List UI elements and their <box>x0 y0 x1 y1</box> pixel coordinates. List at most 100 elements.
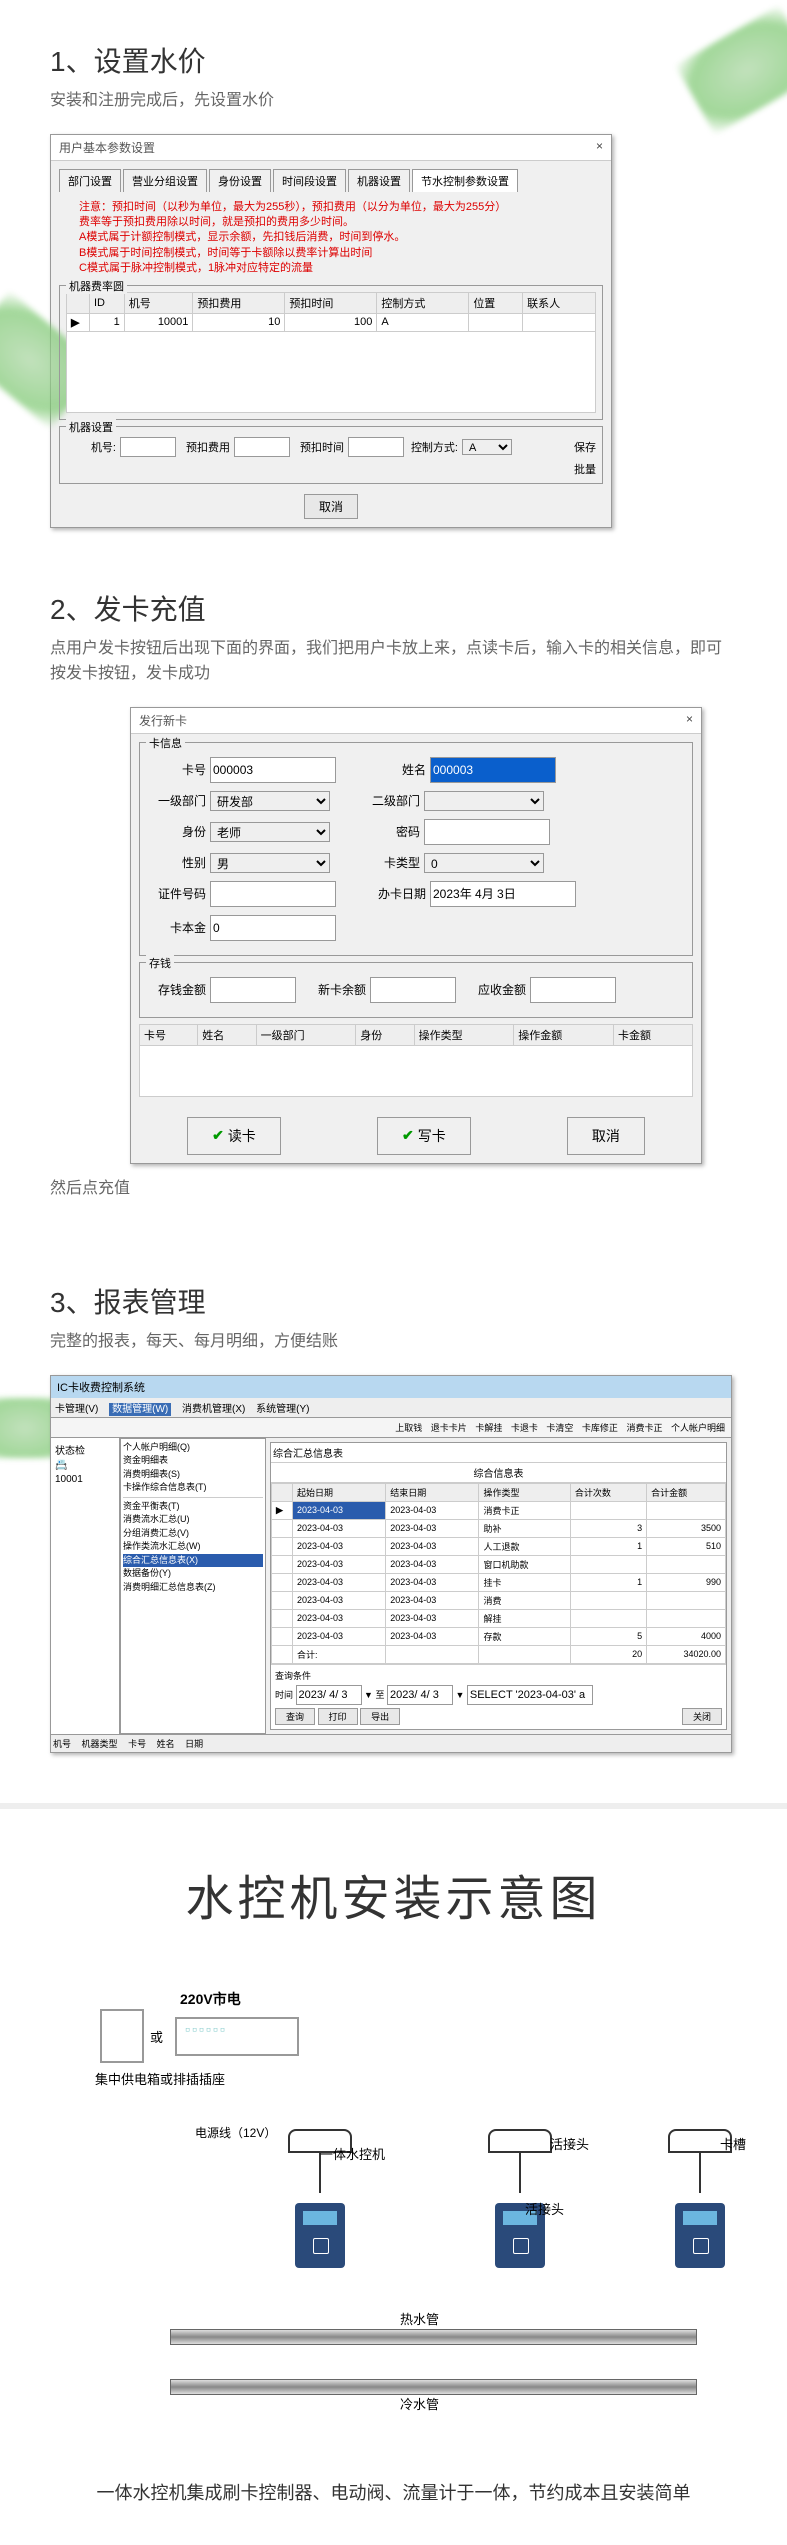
tab-machine[interactable]: 机器设置 <box>348 169 410 192</box>
app-title: IC卡收费控制系统 <box>51 1376 731 1398</box>
input-date[interactable] <box>430 881 576 907</box>
menu-item[interactable]: 消费明细表(S) <box>123 1468 263 1482</box>
write-card-button[interactable]: ✔写卡 <box>377 1117 471 1155</box>
window-title: 发行新卡 <box>139 712 187 729</box>
menu-system[interactable]: 系统管理(Y) <box>256 1404 309 1415</box>
hot-label: 热水管 <box>400 2309 439 2328</box>
menu-item[interactable]: 数据备份(Y) <box>123 1567 263 1581</box>
input-deposit[interactable] <box>210 977 296 1003</box>
menu-item[interactable]: 操作类流水汇总(W) <box>123 1540 263 1554</box>
water-controller-icon <box>295 2203 345 2268</box>
psu-caption: 集中供电箱或排插插座 <box>95 2069 225 2088</box>
input-idno[interactable] <box>210 881 336 907</box>
select-kzfs[interactable]: A <box>462 439 512 455</box>
table-row[interactable]: 2023-04-032023-04-03窗口机助款 <box>272 1555 726 1573</box>
sql-text[interactable] <box>467 1685 593 1705</box>
input-balance[interactable] <box>370 977 456 1003</box>
col-ykfy: 预扣费用 <box>193 292 285 313</box>
input-principal[interactable] <box>210 915 336 941</box>
input-ykfy[interactable] <box>234 437 290 457</box>
save-link[interactable]: 保存 <box>574 439 596 455</box>
menu-item[interactable]: 资金平衡表(T) <box>123 1500 263 1514</box>
tb-item[interactable]: 卡退卡 <box>511 1423 538 1433</box>
query-button[interactable]: 查询 <box>275 1708 315 1725</box>
label-balance: 新卡余额 <box>306 981 366 998</box>
tab-group[interactable]: 营业分组设置 <box>123 169 207 192</box>
group-title: 机器费率圆 <box>66 278 127 294</box>
input-receivable[interactable] <box>530 977 616 1003</box>
menu-item[interactable]: 卡操作综合信息表(T) <box>123 1481 263 1495</box>
history-table: 卡号 姓名 一级部门 身份 操作类型 操作金额 卡金额 <box>139 1024 693 1046</box>
select-dept2[interactable] <box>424 791 544 811</box>
input-cardno[interactable] <box>210 757 336 783</box>
select-gender[interactable]: 男 <box>210 853 330 873</box>
label-jh: 机号: <box>66 439 116 455</box>
tb-item[interactable]: 卡库修正 <box>582 1423 618 1433</box>
table-row[interactable]: ▶ 1 10001 10 100 A <box>67 313 596 331</box>
table-row[interactable]: 2023-04-032023-04-03解挂 <box>272 1609 726 1627</box>
menu-item[interactable]: 个人帐户明细(Q) <box>123 1441 263 1455</box>
select-dept1[interactable]: 研发部 <box>210 791 330 811</box>
tb-item[interactable]: 卡清空 <box>546 1423 573 1433</box>
date-to[interactable] <box>387 1685 453 1705</box>
section-set-price: 1、设置水价 安装和注册完成后，先设置水价 用户基本参数设置 × 部门设置 营业… <box>0 0 787 548</box>
machine-set-group: 机器设置 机号: 预扣费用 预扣时间 控制方式: A 保存 批量 <box>59 426 603 484</box>
table-row[interactable]: 2023-04-032023-04-03存款54000 <box>272 1627 726 1645</box>
print-button[interactable]: 打印 <box>318 1708 358 1725</box>
menu-item-selected[interactable]: 综合汇总信息表(X) <box>123 1554 263 1568</box>
input-pwd[interactable] <box>424 819 550 845</box>
label-gender: 性别 <box>146 854 206 871</box>
cancel-button[interactable]: 取消 <box>304 494 358 519</box>
tb-item[interactable]: 上取钱 <box>395 1423 422 1433</box>
input-jh[interactable] <box>120 437 176 457</box>
read-card-button[interactable]: ✔读卡 <box>187 1117 281 1155</box>
label-deposit: 存钱金额 <box>146 981 206 998</box>
tb-item[interactable]: 退卡卡片 <box>431 1423 467 1433</box>
menu-card[interactable]: 卡管理(V) <box>55 1404 98 1415</box>
section-title: 2、发卡充值 <box>50 588 737 628</box>
col-kzfs: 控制方式 <box>377 292 469 313</box>
table-row[interactable]: ▶2023-04-032023-04-03消费卡正 <box>272 1501 726 1519</box>
label-yksj: 预扣时间 <box>294 439 344 455</box>
tab-dept[interactable]: 部门设置 <box>59 169 121 192</box>
shower-head-icon <box>488 2129 552 2153</box>
menu-data[interactable]: 数据管理(W) <box>109 1403 171 1416</box>
tb-item[interactable]: 卡解挂 <box>475 1423 502 1433</box>
rate-table: ID 机号 预扣费用 预扣时间 控制方式 位置 联系人 ▶ 1 10001 10… <box>66 292 596 332</box>
table-row[interactable]: 2023-04-032023-04-03挂卡1990 <box>272 1573 726 1591</box>
table-row[interactable]: 合计:2034020.00 <box>272 1645 726 1663</box>
tab-identity[interactable]: 身份设置 <box>209 169 271 192</box>
menu-bar: 卡管理(V) 数据管理(W) 消费机管理(X) 系统管理(Y) <box>51 1398 731 1418</box>
export-button[interactable]: 导出 <box>360 1708 400 1725</box>
menu-item[interactable]: 消费流水汇总(U) <box>123 1513 263 1527</box>
tab-timeslot[interactable]: 时间段设置 <box>273 169 346 192</box>
menu-item[interactable]: 资金明细表 <box>123 1454 263 1468</box>
menu-machine[interactable]: 消费机管理(X) <box>182 1404 245 1415</box>
card-info-group: 卡信息 卡号 姓名 一级部门研发部 二级部门 身份老师 密码 性别男 卡类型0 <box>139 742 693 956</box>
tree-node[interactable]: 状态检 <box>55 1442 115 1457</box>
tree-code[interactable]: 10001 <box>55 1474 115 1485</box>
input-yksj[interactable] <box>348 437 404 457</box>
tb-item[interactable]: 个人帐户明细 <box>671 1423 725 1433</box>
cancel-button[interactable]: 取消 <box>567 1117 645 1155</box>
close-icon[interactable]: × <box>596 139 603 156</box>
cold-label: 冷水管 <box>400 2394 439 2413</box>
rate-group: 机器费率圆 ID 机号 预扣费用 预扣时间 控制方式 位置 联系人 ▶ 1 <box>59 285 603 420</box>
tb-item[interactable]: 消费卡正 <box>626 1423 662 1433</box>
table-row[interactable]: 2023-04-032023-04-03消费 <box>272 1591 726 1609</box>
section-desc: 安装和注册完成后，先设置水价 <box>50 88 737 114</box>
date-from[interactable] <box>296 1685 362 1705</box>
menu-item[interactable]: 消费明细汇总信息表(Z) <box>123 1581 263 1595</box>
input-name[interactable] <box>430 757 556 783</box>
tab-water-control[interactable]: 节水控制参数设置 <box>412 169 518 192</box>
select-cardtype[interactable]: 0 <box>424 853 544 873</box>
close-button[interactable]: 关闭 <box>682 1708 722 1725</box>
close-icon[interactable]: × <box>686 712 693 729</box>
table-row[interactable]: 2023-04-032023-04-03人工退款1510 <box>272 1537 726 1555</box>
menu-item[interactable]: 分组消费汇总(V) <box>123 1527 263 1541</box>
select-identity[interactable]: 老师 <box>210 822 330 842</box>
batch-link[interactable]: 批量 <box>574 464 596 476</box>
install-diagram: 水控机安装示意图 220V市电 或 集中供电箱或排插插座 电源线（12V） 一体… <box>0 1803 787 2545</box>
table-row[interactable]: 2023-04-032023-04-03助补33500 <box>272 1519 726 1537</box>
group-title: 存钱 <box>146 955 174 971</box>
